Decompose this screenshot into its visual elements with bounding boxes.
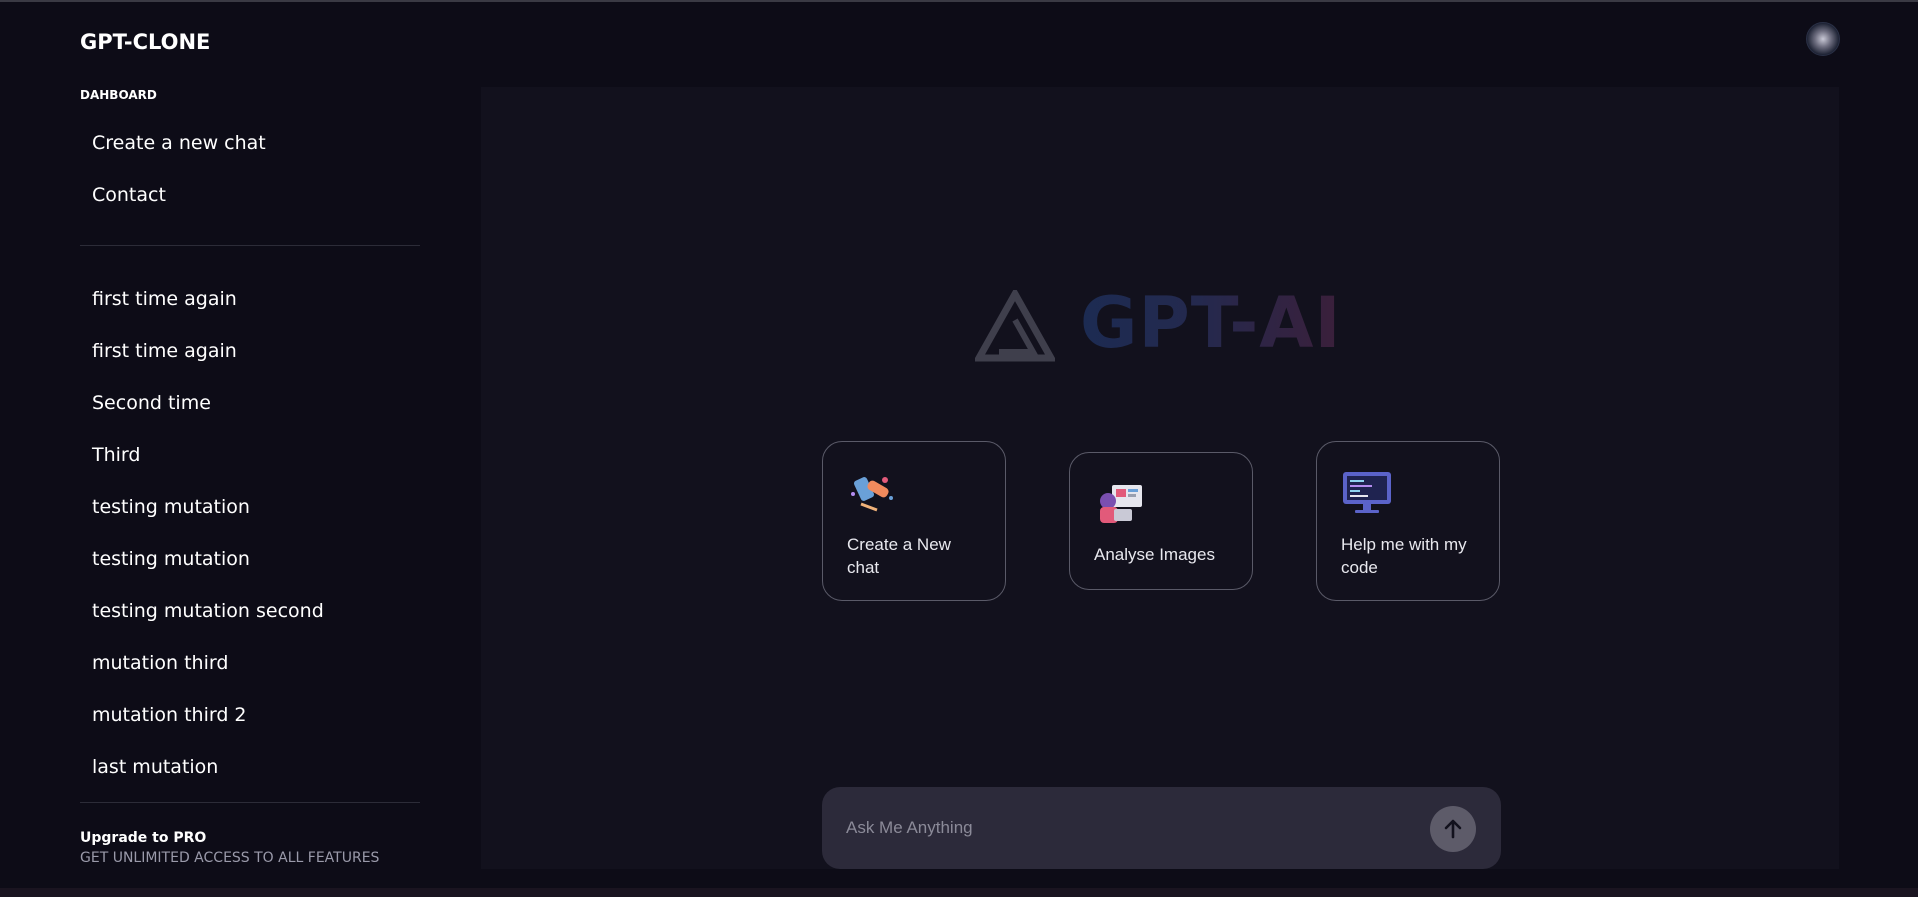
window-top-border: [0, 0, 1918, 2]
brand-logo-icon: [975, 290, 1055, 362]
upgrade-subtitle: GET UNLIMITED ACCESS TO ALL FEATURES: [80, 850, 380, 866]
ask-input[interactable]: [846, 813, 1406, 843]
card-label: Analyse Images: [1094, 545, 1215, 564]
card-analyse-images[interactable]: Analyse Images: [1069, 452, 1253, 590]
chat-history-item[interactable]: last mutation: [92, 756, 218, 778]
chat-history-item[interactable]: testing mutation second: [92, 600, 324, 622]
chat-history-item[interactable]: Second time: [92, 392, 211, 414]
brand-title: GPT-AI: [1080, 282, 1342, 364]
card-label: Create a New chat: [847, 535, 951, 577]
upgrade-title[interactable]: Upgrade to PRO: [80, 830, 206, 846]
chat-illustration-icon: [851, 477, 893, 512]
sidebar-item-create-new-chat[interactable]: Create a new chat: [92, 132, 266, 154]
image-analysis-illustration-icon: [1100, 485, 1142, 523]
taskbar-strip: [0, 888, 1918, 897]
chat-history-item[interactable]: Third: [92, 444, 140, 466]
arrow-up-icon: [1444, 819, 1462, 839]
chat-history-item[interactable]: mutation third 2: [92, 704, 247, 726]
chat-history-item[interactable]: testing mutation: [92, 548, 250, 570]
card-help-with-code[interactable]: Help me with my code: [1316, 441, 1500, 601]
card-create-new-chat[interactable]: Create a New chat: [822, 441, 1006, 601]
chat-composer: [822, 787, 1501, 869]
sidebar-divider: [80, 245, 420, 246]
chat-history-item[interactable]: first time again: [92, 288, 237, 310]
chat-history-item[interactable]: mutation third: [92, 652, 228, 674]
code-monitor-illustration-icon: [1343, 472, 1391, 513]
app-logo[interactable]: GPT-CLONE: [80, 30, 210, 54]
sidebar-divider: [80, 802, 420, 803]
dashboard-section-label: DAHBOARD: [80, 88, 157, 102]
chat-history-item[interactable]: first time again: [92, 340, 237, 362]
user-avatar[interactable]: [1806, 22, 1840, 56]
card-label: Help me with my code: [1341, 535, 1467, 577]
send-button[interactable]: [1430, 806, 1476, 852]
sidebar-item-contact[interactable]: Contact: [92, 184, 166, 206]
chat-history-item[interactable]: testing mutation: [92, 496, 250, 518]
